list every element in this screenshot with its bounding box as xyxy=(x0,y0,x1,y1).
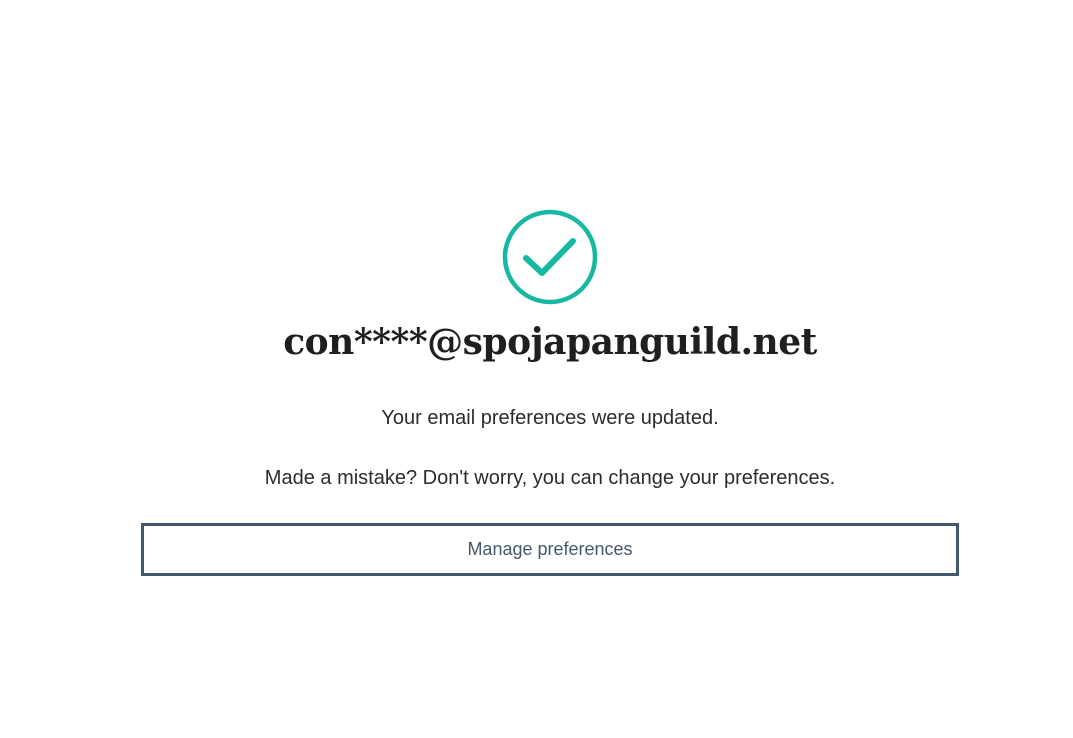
check-circle-icon xyxy=(502,209,598,305)
masked-email-heading: con****@spojapanguild.net xyxy=(283,321,817,363)
mistake-hint-message: Made a mistake? Don't worry, you can cha… xyxy=(264,467,836,489)
confirmation-page: con****@spojapanguild.net Your email pre… xyxy=(0,0,1073,738)
manage-preferences-button[interactable]: Manage preferences xyxy=(141,523,959,576)
preferences-updated-message: Your email preferences were updated. xyxy=(381,407,719,429)
